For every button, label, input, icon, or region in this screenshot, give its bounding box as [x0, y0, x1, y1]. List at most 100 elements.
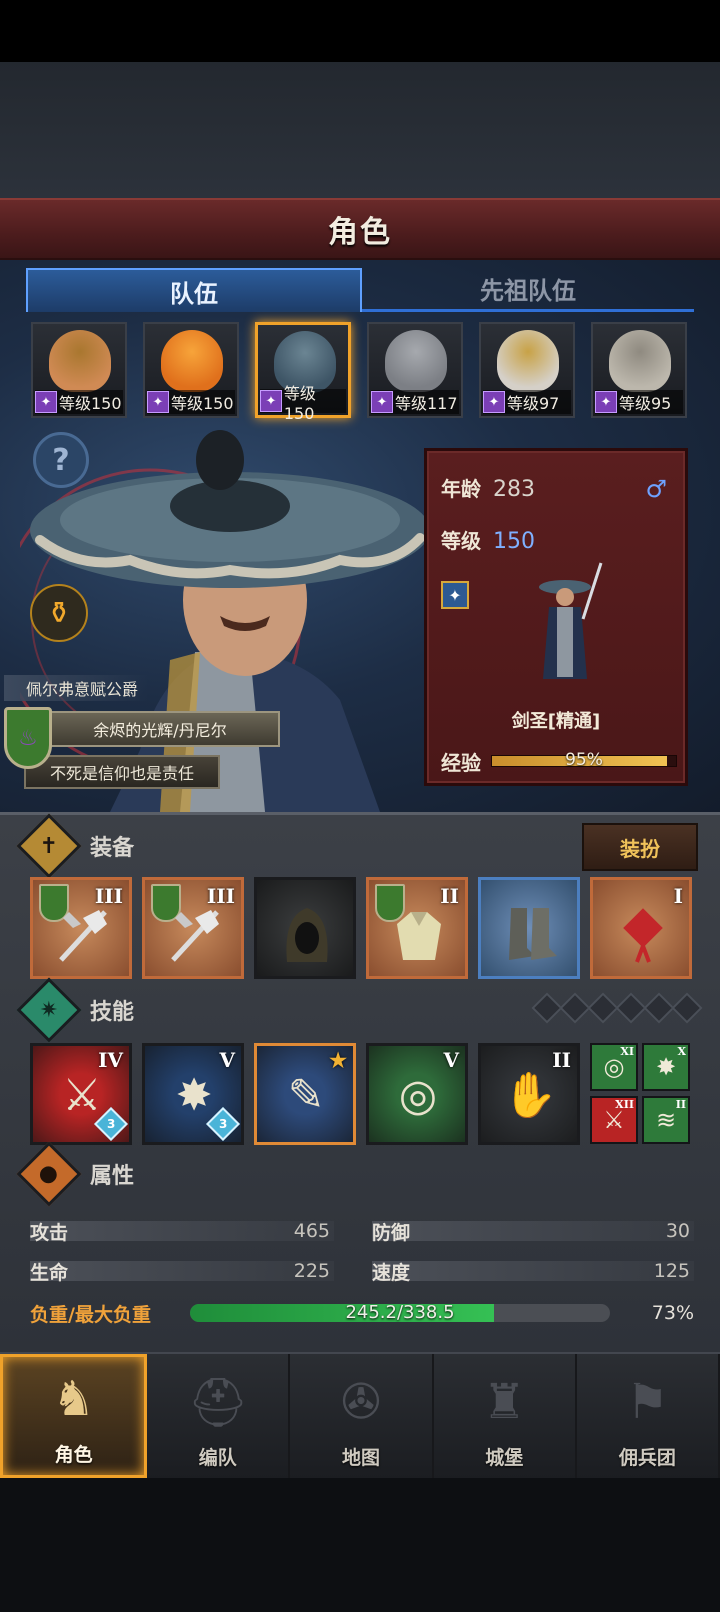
tier-label: X — [677, 1045, 686, 1058]
age-row: 年龄 283 — [441, 473, 535, 502]
team-member-4[interactable]: ✦ 等级117 — [367, 322, 463, 418]
nav-castle[interactable]: ♜ 城堡 — [434, 1354, 577, 1478]
dress-up-button[interactable]: 装扮 — [582, 823, 698, 871]
skill-charge-count: 3 — [106, 1116, 116, 1131]
skill-slot-1[interactable]: ⚔ IV 3 — [30, 1043, 132, 1145]
faction-shield-icon: ♨ — [4, 707, 52, 769]
tier-label: II — [552, 1048, 571, 1072]
knight-icon: ♞ — [52, 1371, 96, 1427]
load-value: 245.2/338.5 — [345, 1304, 455, 1322]
member-level: ✦ 等级150 — [147, 390, 235, 414]
speed-label: 速度 — [372, 1261, 411, 1284]
gem-slot-icon[interactable] — [671, 992, 703, 1024]
equipment-header: ✝ 装备 装扮 — [16, 813, 698, 879]
nav-knight[interactable]: ♞ 角色 — [0, 1354, 148, 1478]
equipment-slots: III III II I — [30, 877, 694, 979]
gem-slot-icon[interactable] — [531, 992, 563, 1024]
tab-team[interactable]: 队伍 — [26, 268, 362, 312]
boots-icon — [501, 904, 561, 964]
nav-label: 编队 — [198, 1447, 237, 1469]
team-member-1[interactable]: ✦ 等级150 — [31, 322, 127, 418]
tier-label: XII — [615, 1098, 634, 1111]
passive-skill-2[interactable]: ✸ X — [642, 1043, 690, 1091]
gem-slot-icon[interactable] — [615, 992, 647, 1024]
level-row: 等级 150 — [441, 525, 535, 554]
member-level: ✦ 等级95 — [595, 390, 683, 414]
detail-panel: ✝ 装备 装扮 III III II I ✷ 技能 ⚔ IV 3 ✸ V 3 ✎ ★ ◎ V ✋ II ◎ XI… — [0, 812, 720, 1352]
attributes-header: ● 属性 — [16, 1141, 698, 1207]
sword-class-icon: ✦ — [35, 391, 57, 413]
member-level-text: 等级150 — [171, 394, 234, 413]
sword-class-icon: ✦ — [371, 391, 393, 413]
nav-banner[interactable]: ⚑ 佣兵团 — [577, 1354, 720, 1478]
speed-stat: 速度 125 — [372, 1257, 694, 1285]
hood-icon — [277, 904, 337, 964]
age-value: 283 — [493, 477, 535, 502]
skill-slot-4[interactable]: ◎ V — [366, 1043, 468, 1145]
nav-helmet[interactable]: ⛑ 编队 — [147, 1354, 291, 1478]
member-level: ✦ 等级150 — [260, 384, 346, 423]
tier-label: I — [673, 884, 683, 908]
load-row: 负重/最大负重 245.2/338.5 73% — [30, 1297, 694, 1329]
attack-label: 攻击 — [30, 1221, 69, 1244]
potion-icon[interactable]: ⚱ — [30, 584, 88, 642]
team-tabs: 队伍 先祖队伍 — [26, 268, 694, 312]
equipment-slot-3[interactable] — [254, 877, 356, 979]
gem-slot-icon[interactable] — [643, 992, 675, 1024]
team-member-5[interactable]: ✦ 等级97 — [479, 322, 575, 418]
title-bar: 角色 — [0, 198, 720, 260]
passive-skill-1[interactable]: ◎ XI — [590, 1043, 638, 1091]
equipment-slot-1[interactable]: III — [30, 877, 132, 979]
hero-name-banner[interactable]: 余烬的光辉/丹尼尔 — [40, 711, 280, 747]
skill-slot-3[interactable]: ✎ ★ — [254, 1043, 356, 1145]
male-icon: ♂ — [645, 475, 667, 503]
passive-skill-3[interactable]: ⚔ XII — [590, 1096, 638, 1144]
passive-skill-4[interactable]: ≋ II — [642, 1096, 690, 1144]
person-icon: ● — [16, 1141, 82, 1207]
sword-class-icon: ✦ — [147, 391, 169, 413]
defense-stat: 防御 30 — [372, 1217, 694, 1245]
help-button[interactable]: ? — [33, 432, 89, 488]
attr-row-1: 攻击 465 防御 30 — [30, 1217, 694, 1245]
equipment-slot-2[interactable]: III — [142, 877, 244, 979]
team-member-2[interactable]: ✦ 等级150 — [143, 322, 239, 418]
nav-label: 地图 — [342, 1447, 381, 1469]
hp-value: 225 — [293, 1260, 330, 1282]
skill-glyph-icon: ✎ — [287, 1069, 325, 1121]
member-level: ✦ 等级97 — [483, 390, 571, 414]
member-portrait — [497, 330, 559, 392]
member-level-text: 等级97 — [507, 394, 560, 413]
hero-info-card: 年龄 283 ♂ 等级 150 ✦ 剑圣[精通] 经验 95% — [424, 448, 688, 786]
tier-label: II — [675, 1098, 686, 1111]
equipment-slot-6[interactable]: I — [590, 877, 692, 979]
class-name: 剑圣[精通] — [511, 711, 601, 732]
equipment-slot-4[interactable]: II — [366, 877, 468, 979]
tab-ancestor-team[interactable]: 先祖队伍 — [362, 268, 694, 312]
equipment-title: 装备 — [90, 836, 135, 861]
nav-compass[interactable]: ✇ 地图 — [290, 1354, 434, 1478]
skill-charge-count: 3 — [218, 1116, 228, 1131]
gem-slot-icon[interactable] — [587, 992, 619, 1024]
skill-slot-2[interactable]: ✸ V 3 — [142, 1043, 244, 1145]
defense-label: 防御 — [372, 1221, 411, 1244]
team-member-3[interactable]: ✦ 等级150 — [255, 322, 351, 423]
armor-icon — [389, 904, 449, 964]
defense-value: 30 — [665, 1220, 690, 1242]
level-label: 等级 — [441, 529, 481, 553]
tier-label: V — [443, 1048, 459, 1072]
attack-stat: 攻击 465 — [30, 1217, 334, 1245]
equipment-slot-5[interactable] — [478, 877, 580, 979]
exp-label: 经验 — [441, 750, 481, 775]
hp-label: 生命 — [30, 1261, 69, 1284]
member-level: ✦ 等级150 — [35, 390, 123, 414]
nav-label: 城堡 — [485, 1447, 524, 1469]
gem-slot-icon[interactable] — [559, 992, 591, 1024]
member-level-text: 等级117 — [395, 394, 458, 413]
member-portrait — [161, 330, 223, 392]
star-icon: ★ — [329, 1048, 347, 1072]
skill-gem-slots — [531, 992, 703, 1024]
skill-slot-5[interactable]: ✋ II — [478, 1043, 580, 1145]
nav-label: 佣兵团 — [618, 1447, 676, 1469]
team-roster: ✦ 等级150 ✦ 等级150 ✦ 等级150 ✦ 等级117 ✦ 等级97 ✦ 等级95 — [31, 322, 691, 423]
team-member-6[interactable]: ✦ 等级95 — [591, 322, 687, 418]
